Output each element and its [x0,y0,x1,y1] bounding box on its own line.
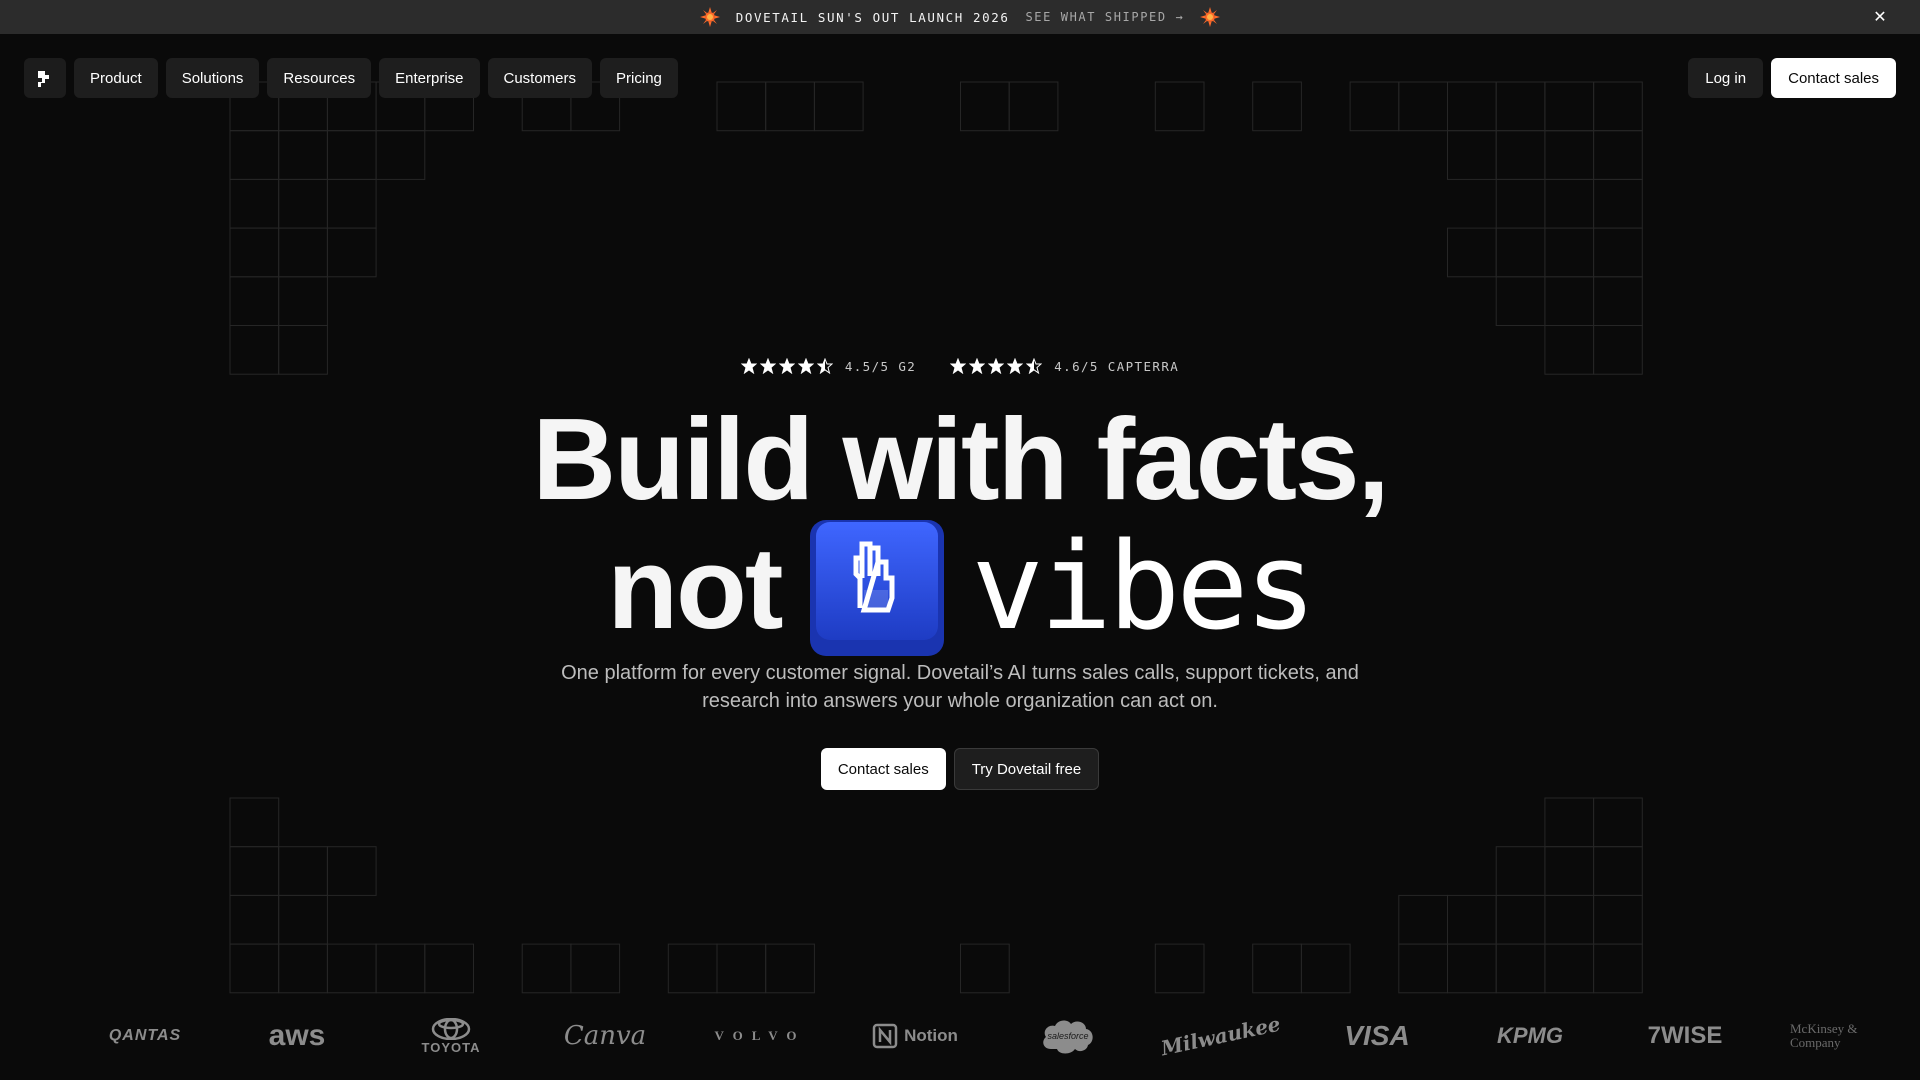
star-rating [740,358,833,374]
star-icon [816,358,833,374]
nav-resources[interactable]: Resources [267,58,372,98]
announcement-text: DOVETAIL SUN'S OUT LAUNCH 2026 [735,9,1010,25]
headline-vibes: vibes [971,518,1317,657]
sun-icon [1200,7,1221,27]
notion-logo: Notion [870,1010,960,1062]
wise-logo: 7WISE [1647,1022,1723,1049]
star-icon [969,358,986,374]
star-rating [950,358,1043,374]
nav-enterprise[interactable]: Enterprise [379,58,480,98]
star-icon [797,358,814,374]
close-icon[interactable]: ✕ [1870,7,1890,27]
nav-product[interactable]: Product [74,58,158,98]
star-icon [1026,358,1043,374]
top-nav: Product Solutions Resources Enterprise C… [24,58,1896,98]
hero-cta: Contact sales Try Dovetail free [0,748,1920,790]
peace-hand-icon [809,520,944,656]
sun-icon [699,7,720,27]
hero-subtitle: One platform for every customer signal. … [561,662,1359,712]
nav-customers[interactable]: Customers [487,58,593,98]
see-what-shipped-link[interactable]: SEE WHAT SHIPPED → [1025,10,1184,24]
star-icon [759,358,776,374]
try-dovetail-free-button[interactable]: Try Dovetail free [953,748,1100,790]
star-icon [1007,358,1024,374]
customer-logos: QANTAS aws TOYOTA Canva VOLVO Notion sal… [0,1010,1920,1062]
star-icon [950,358,967,374]
mckinsey-logo: McKinsey & Company [1790,1021,1858,1050]
nav-pricing[interactable]: Pricing [600,58,678,98]
rating-capterra: 4.6/5 CAPTERRA [950,358,1179,374]
canva-logo: Canva [563,1021,647,1051]
rating-text: 4.5/5 G2 [844,358,917,374]
hero-contact-sales-button[interactable]: Contact sales [820,748,946,790]
salesforce-logo: salesforce [1038,1010,1098,1062]
qantas-logo: QANTAS [108,1027,182,1044]
rating-g2: 4.5/5 G2 [740,358,917,374]
nav-solutions[interactable]: Solutions [165,58,260,98]
star-icon [740,358,757,374]
toyota-logo: TOYOTA [415,1010,487,1062]
kpmg-logo: KPMG [1497,1023,1563,1048]
milwaukee-logo: Milwaukee [1159,1011,1283,1061]
contact-sales-button[interactable]: Contact sales [1771,58,1896,98]
star-icon [778,358,795,374]
ratings-row: 4.5/5 G2 4.6/5 CAPTERRA [0,358,1920,374]
headline-line-1: Build with facts, [532,394,1389,524]
headline-not: not [607,523,783,653]
volvo-logo: VOLVO [714,1028,806,1043]
login-button[interactable]: Log in [1688,58,1764,98]
announcement-bar: DOVETAIL SUN'S OUT LAUNCH 2026 SEE WHAT … [0,0,1920,34]
aws-logo: aws [268,1019,326,1052]
dovetail-logo-icon[interactable] [24,58,66,98]
visa-logo: VISA [1344,1020,1410,1051]
star-icon [988,358,1005,374]
hero-headline: Build with facts, not vibes [0,394,1920,658]
rating-text: 4.6/5 CAPTERRA [1054,358,1180,374]
